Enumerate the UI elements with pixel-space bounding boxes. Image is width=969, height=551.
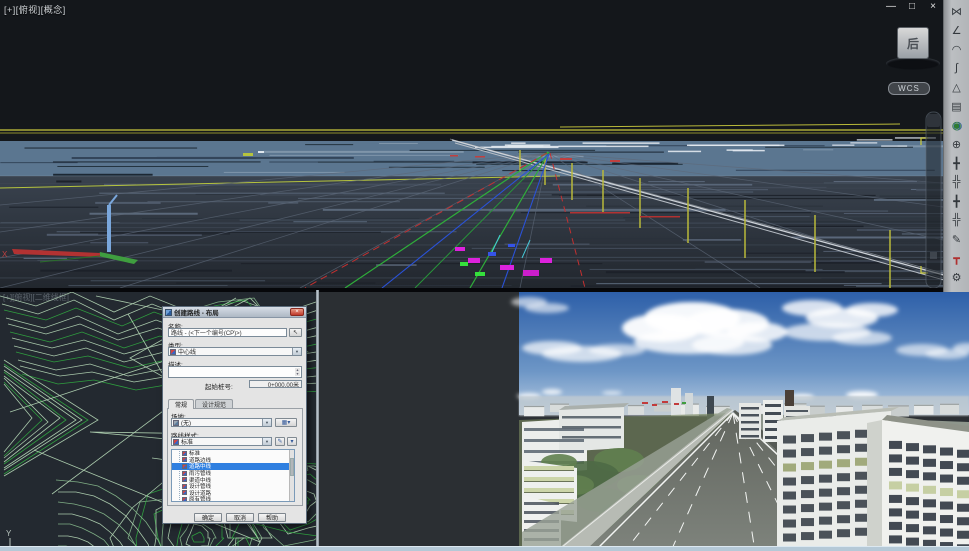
pan-icon[interactable]: ╬ [947,174,967,190]
chevron-down-icon[interactable]: ▼ [262,419,271,426]
pan-icon[interactable]: ╋ [947,155,967,171]
cancel-button[interactable]: 取消 [226,513,254,522]
station-label: 起始桩号: [205,381,233,391]
chevron-down-icon[interactable]: ▼ [262,438,271,445]
style-dropdown-list: 标准 道路边线 道路中线 雨污管线 渠道中线 设计管线 设计道路 原有管线 [171,449,295,502]
wireframe-scene: X [0,0,943,288]
create-alignment-dialog: 创建路线 - 布局 × 名称: 路线 - (<下一个编号(CP)>) ↖ 类型:… [162,306,307,524]
viewcube[interactable]: 后 [897,27,929,59]
style-item-icon [182,477,187,482]
site-icon [173,420,179,426]
style-item-icon [182,497,187,502]
pan-icon[interactable]: ╬ [947,212,967,228]
style-option[interactable]: 原有管线 [172,496,294,502]
sketch-pencil-icon[interactable]: ✎ [947,231,967,247]
help-button[interactable]: 帮助 [258,513,286,522]
scrollbar-thumb[interactable] [290,458,294,476]
dialog-title: 创建路线 - 布局 [174,307,290,317]
style-item-icon [182,490,187,495]
arc-icon[interactable]: ◠ [947,41,967,57]
style-item-icon [182,484,187,489]
restore-button[interactable]: □ [906,1,918,12]
station-value: 0+000.00米 [249,380,302,388]
svg-text:X: X [2,250,8,259]
description-scrollbar[interactable]: ▲▼ [295,368,300,376]
section-box-icon[interactable]: ⋈ [947,3,967,19]
pan-icon[interactable]: ╋ [947,193,967,209]
minimize-button[interactable]: — [885,1,897,12]
site-combobox[interactable]: (无) ▼ [171,418,272,427]
alignment-style-combobox[interactable]: 标准 ▼ [171,437,272,446]
bottom-edge-strip [0,546,969,551]
viewport-scrollbar[interactable] [926,112,941,288]
list-scrollbar[interactable] [289,450,294,501]
right-toolbar: ⋈ ∠ ◠ ∫ △ ▤ ◉ ⊕ ╋ ╬ ╋ ╬ ✎ ┳ ⚙ [943,0,969,292]
dialog-icon [165,309,172,316]
style-item-icon [182,451,187,456]
circle-target-icon[interactable]: ⊕ [947,136,967,152]
alignment-style-icon [173,439,179,445]
name-input[interactable]: 路线 - (<下一个编号(CP)>) [168,328,287,337]
type-style-icon [170,349,176,355]
name-pick-button[interactable]: ↖ [289,328,302,337]
zigzag-line-icon[interactable]: ∠ [947,22,967,38]
style-edit-button[interactable]: ✎ [275,437,285,446]
description-textarea[interactable]: ▲▼ [168,366,302,378]
svg-text:Y: Y [6,529,12,538]
viewport-label[interactable]: [+][俯视][二维线框] [3,292,69,303]
wireframe-viewport[interactable]: X [+][俯视][概念] — □ × 后 WCS [0,0,969,288]
ok-button[interactable]: 确定 [194,513,222,522]
spline-icon[interactable]: ∫ [947,60,967,76]
vertical-divider[interactable] [316,290,319,551]
dialog-close-button[interactable]: × [290,308,304,316]
triangle-probe-icon[interactable]: △ [947,79,967,95]
close-button[interactable]: × [927,1,939,12]
wcs-button[interactable]: WCS [888,82,930,95]
style-more-button[interactable]: ▾ [287,437,297,446]
gear-icon[interactable]: ⚙ [947,269,967,285]
general-tab-panel: 场地: (无) ▼ ▦▾ 路线样式: 标准 ▼ ✎ ▾ 标准 道路边线 道路中线… [167,408,303,506]
dialog-titlebar[interactable]: 创建路线 - 布局 × [163,307,306,318]
tab-general[interactable]: 常规 [168,399,194,409]
rendered-3d-viewport[interactable] [319,290,969,551]
layout-sheet-icon[interactable]: ▤ [947,98,967,114]
section-t-icon[interactable]: ┳ [947,250,967,266]
style-item-icon [182,464,187,469]
horizontal-divider[interactable] [0,288,969,292]
site-picker-button[interactable]: ▦▾ [275,418,297,427]
application-window: X [+][俯视][概念] — □ × 后 WCS ⋈ ∠ ◠ ∫ △ ▤ ◉ [0,0,969,551]
window-controls: — □ × [885,1,939,12]
style-item-icon [182,471,187,476]
chevron-down-icon[interactable]: ▼ [292,348,301,355]
city-render [319,290,969,551]
globe-icon[interactable]: ◉ [947,117,967,133]
viewport-label[interactable]: [+][俯视][概念] [4,3,66,16]
type-combobox[interactable]: 中心线 ▼ [168,347,302,356]
style-item-icon [182,457,187,462]
